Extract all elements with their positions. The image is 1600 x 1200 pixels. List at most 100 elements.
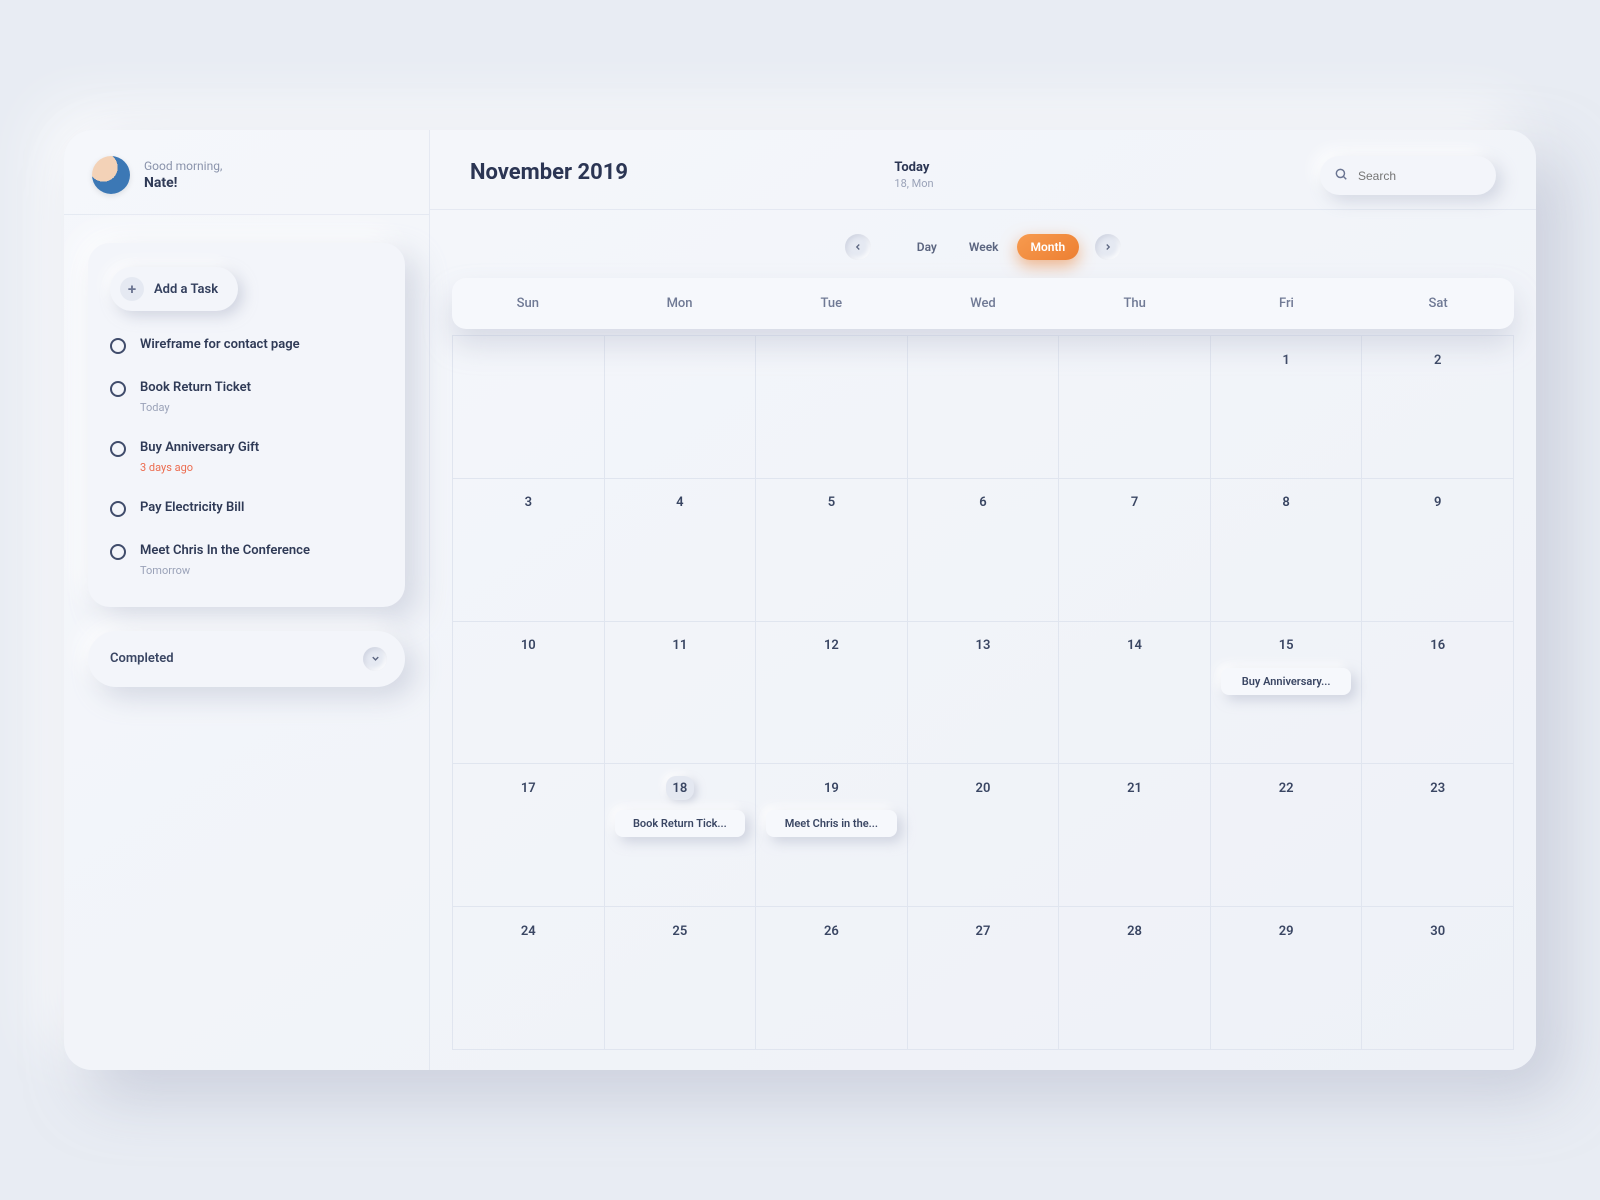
plus-icon: +	[120, 277, 144, 301]
calendar-cell[interactable]: 12	[756, 622, 908, 765]
day-number: 24	[514, 919, 542, 943]
day-number: 13	[969, 634, 997, 658]
day-number: 6	[969, 491, 997, 515]
search-icon	[1334, 166, 1348, 185]
avatar[interactable]	[92, 156, 130, 194]
day-number: 4	[666, 491, 694, 515]
prev-button[interactable]	[845, 234, 871, 260]
calendar-cell[interactable]: 20	[908, 764, 1060, 907]
sidebar: Good morning, Nate! + Add a Task Wirefra…	[64, 130, 430, 1070]
task-checkbox[interactable]	[110, 381, 126, 397]
calendar-cell[interactable]: 26	[756, 907, 908, 1050]
task-item[interactable]: Meet Chris In the ConferenceTomorrow	[110, 543, 383, 577]
day-number: 26	[817, 919, 845, 943]
calendar-cell[interactable]: 1	[1211, 336, 1363, 479]
calendar-cell[interactable]: 4	[605, 479, 757, 622]
calendar-cell[interactable]: 15Buy Anniversary...	[1211, 622, 1363, 765]
calendar-cell[interactable]: 14	[1059, 622, 1211, 765]
calendar-cell	[756, 336, 908, 479]
task-checkbox[interactable]	[110, 338, 126, 354]
day-number: 12	[817, 634, 845, 658]
view-switcher: Day Week Month	[430, 210, 1536, 278]
calendar: SunMonTueWedThuFriSat 123456789101112131…	[452, 278, 1514, 1050]
profile-block: Good morning, Nate!	[64, 130, 429, 215]
calendar-cell[interactable]: 29	[1211, 907, 1363, 1050]
calendar-event[interactable]: Book Return Tick...	[615, 810, 746, 837]
day-number: 20	[969, 776, 997, 800]
add-task-button[interactable]: + Add a Task	[110, 267, 238, 311]
calendar-cell[interactable]: 6	[908, 479, 1060, 622]
calendar-cell[interactable]: 23	[1362, 764, 1514, 907]
next-button[interactable]	[1095, 234, 1121, 260]
day-number: 3	[514, 491, 542, 515]
dow-label: Sat	[1362, 296, 1514, 311]
profile-text: Good morning, Nate!	[144, 159, 222, 191]
calendar-cell[interactable]: 5	[756, 479, 908, 622]
day-number: 23	[1424, 776, 1452, 800]
task-card: + Add a Task Wireframe for contact page B…	[88, 243, 405, 607]
task-item[interactable]: Buy Anniversary Gift 3 days ago	[110, 440, 383, 474]
calendar-cell[interactable]: 8	[1211, 479, 1363, 622]
completed-label: Completed	[110, 651, 174, 666]
calendar-cell[interactable]: 27	[908, 907, 1060, 1050]
view-month[interactable]: Month	[1017, 234, 1080, 260]
day-number: 14	[1121, 634, 1149, 658]
search-box[interactable]	[1320, 156, 1496, 195]
calendar-cell[interactable]: 24	[453, 907, 605, 1050]
task-title: Meet Chris In the Conference	[140, 543, 310, 560]
search-input[interactable]	[1358, 169, 1474, 183]
calendar-event[interactable]: Buy Anniversary...	[1221, 668, 1352, 695]
calendar-cell	[908, 336, 1060, 479]
calendar-cell[interactable]: 2	[1362, 336, 1514, 479]
task-item[interactable]: Wireframe for contact page	[110, 337, 383, 354]
calendar-cell[interactable]: 25	[605, 907, 757, 1050]
calendar-cell[interactable]: 22	[1211, 764, 1363, 907]
day-number: 5	[817, 491, 845, 515]
calendar-cell[interactable]: 21	[1059, 764, 1211, 907]
calendar-cell[interactable]: 18 Book Return Tick...	[605, 764, 757, 907]
completed-toggle[interactable]: Completed	[88, 631, 405, 687]
dow-row: SunMonTueWedThuFriSat	[452, 278, 1514, 329]
calendar-cell[interactable]: 13	[908, 622, 1060, 765]
calendar-cell[interactable]: 9	[1362, 479, 1514, 622]
day-number: 27	[969, 919, 997, 943]
day-number: 19	[817, 776, 845, 800]
view-day[interactable]: Day	[903, 234, 951, 260]
dow-label: Wed	[907, 296, 1059, 311]
task-list: Wireframe for contact page Book Return Ti…	[110, 337, 383, 577]
task-item[interactable]: Book Return TicketToday	[110, 380, 383, 414]
calendar-cell[interactable]: 17	[453, 764, 605, 907]
day-number: 8	[1272, 491, 1300, 515]
calendar-cell	[453, 336, 605, 479]
dow-label: Tue	[755, 296, 907, 311]
task-checkbox[interactable]	[110, 501, 126, 517]
calendar-event[interactable]: Meet Chris in the...	[766, 810, 897, 837]
task-subtext: 3 days ago	[140, 461, 259, 474]
calendar-cell[interactable]: 10	[453, 622, 605, 765]
calendar-cell[interactable]: 30	[1362, 907, 1514, 1050]
calendar-cell[interactable]: 11	[605, 622, 757, 765]
calendar-grid: 123456789101112131415Buy Anniversary...1…	[452, 335, 1514, 1050]
view-week[interactable]: Week	[955, 234, 1013, 260]
day-number: 18	[666, 776, 694, 800]
day-number: 28	[1121, 919, 1149, 943]
calendar-cell[interactable]: 7	[1059, 479, 1211, 622]
calendar-cell[interactable]: 19 Meet Chris in the...	[756, 764, 908, 907]
day-number: 17	[514, 776, 542, 800]
task-checkbox[interactable]	[110, 544, 126, 560]
task-checkbox[interactable]	[110, 441, 126, 457]
today-block: Today 18, Mon	[894, 160, 933, 190]
day-number: 16	[1424, 634, 1452, 658]
task-subtext: Today	[140, 401, 251, 414]
user-name: Nate!	[144, 175, 222, 191]
day-number: 21	[1121, 776, 1149, 800]
task-title: Buy Anniversary Gift	[140, 440, 259, 457]
day-number: 10	[514, 634, 542, 658]
task-item[interactable]: Pay Electricity Bill	[110, 500, 383, 517]
calendar-cell[interactable]: 28	[1059, 907, 1211, 1050]
day-number: 30	[1424, 919, 1452, 943]
calendar-cell[interactable]: 3	[453, 479, 605, 622]
month-title: November 2019	[470, 160, 628, 185]
today-label: Today	[894, 160, 933, 175]
calendar-cell[interactable]: 16	[1362, 622, 1514, 765]
